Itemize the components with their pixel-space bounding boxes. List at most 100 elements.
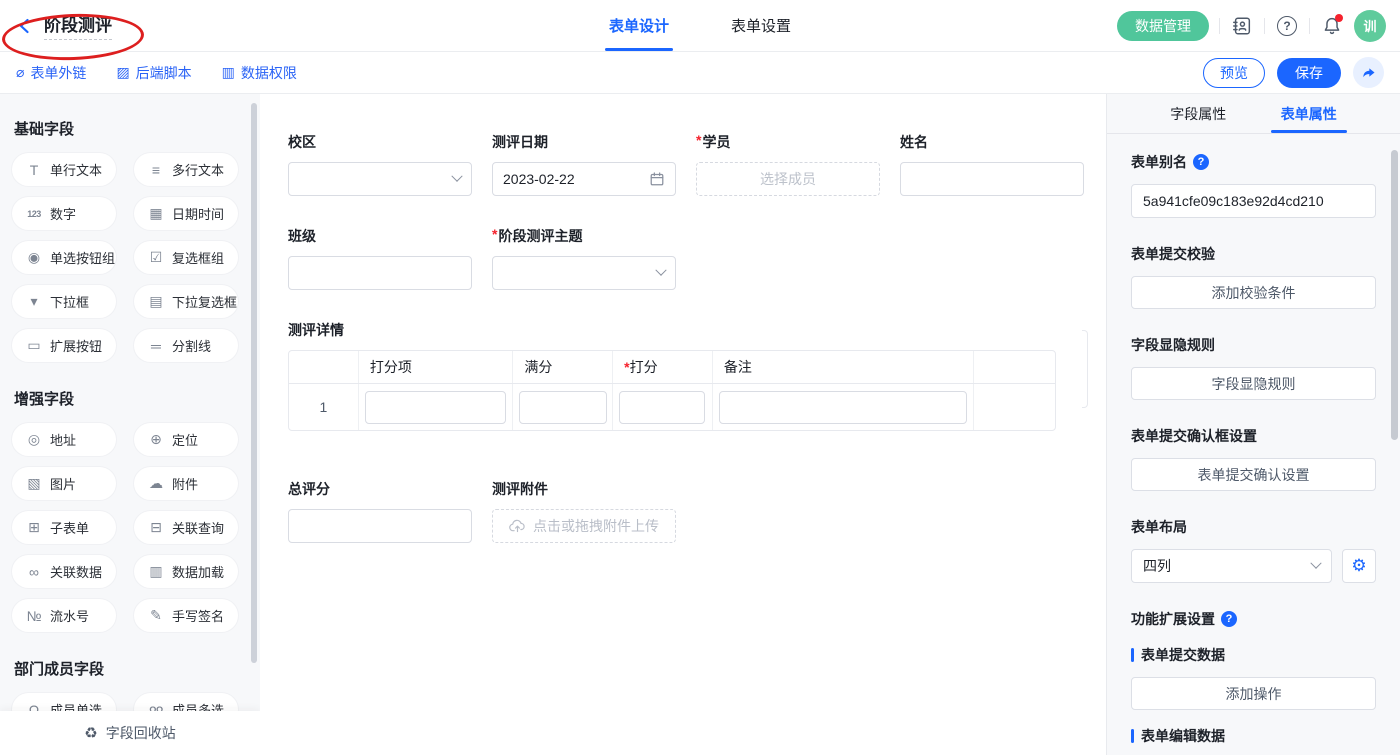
field-campus[interactable]: 校区 (288, 132, 472, 196)
field-type-pill[interactable]: ✎手写签名 (134, 599, 238, 632)
field-attachment[interactable]: 测评附件 点击或拖拽附件上传 (492, 479, 676, 543)
field-type-icon: ☁ (147, 475, 165, 492)
field-type-icon: T (25, 162, 43, 178)
divider (1264, 18, 1265, 34)
field-type-pill[interactable]: ▤下拉复选框 (134, 285, 238, 318)
toolbar-link[interactable]: ⌀表单外链 (16, 63, 86, 83)
class-input[interactable] (288, 256, 472, 290)
field-type-pill[interactable]: ≡多行文本 (134, 153, 238, 186)
field-type-icon: ▥ (147, 563, 165, 580)
field-eval-date[interactable]: 测评日期 (492, 132, 676, 196)
help-icon[interactable]: ? (1193, 154, 1209, 170)
field-type-pill[interactable]: ☑复选框组 (134, 241, 238, 274)
field-type-pill[interactable]: ▭扩展按钮 (12, 329, 116, 362)
date-value[interactable] (503, 171, 649, 187)
help-icon[interactable]: ? (1221, 611, 1237, 627)
field-type-pill[interactable]: ⊕定位 (134, 423, 238, 456)
panel-group-title: 功能扩展设置 (1131, 609, 1215, 629)
total-score-input-inner[interactable] (299, 518, 461, 534)
field-type-pill[interactable]: ◉单选按钮组 (12, 241, 116, 274)
tab-form-properties[interactable]: 表单属性 (1279, 94, 1339, 133)
panel-scrollbar[interactable] (1391, 150, 1398, 440)
preview-button[interactable]: 预览 (1203, 58, 1265, 88)
name-input[interactable] (900, 162, 1084, 196)
panel-subsection-label: 表单提交数据 (1131, 645, 1376, 665)
required-marker: * (492, 226, 497, 246)
field-type-pill[interactable]: ☁附件 (134, 467, 238, 500)
class-input-inner[interactable] (299, 265, 461, 281)
panel-group-title: 表单别名 (1131, 152, 1187, 172)
select-member-button[interactable]: 选择成员 (696, 162, 880, 196)
field-type-label: 定位 (172, 430, 198, 449)
layout-settings-button[interactable]: ⚙ (1342, 549, 1376, 583)
panel-subsection-title: 表单编辑数据 (1141, 726, 1225, 746)
total-score-input[interactable] (288, 509, 472, 543)
field-type-label: 手写签名 (172, 606, 224, 625)
name-input-inner[interactable] (911, 171, 1073, 187)
field-recycle-bin[interactable]: ♻ 字段回收站 (0, 711, 260, 755)
field-type-pill[interactable]: ▾下拉框 (12, 285, 116, 318)
panel-action-button[interactable]: 添加校验条件 (1131, 276, 1376, 309)
contact-book-icon[interactable] (1230, 14, 1254, 38)
form-layout-select[interactable]: 四列 (1131, 549, 1332, 583)
tab-field-properties[interactable]: 字段属性 (1168, 94, 1228, 133)
field-type-pill[interactable]: ═分割线 (134, 329, 238, 362)
field-type-pill[interactable]: ▧图片 (12, 467, 116, 500)
panel-group-heading: 表单提交确认框设置 (1131, 426, 1376, 446)
form-layout-value: 四列 (1143, 556, 1171, 576)
field-student[interactable]: *学员 选择成员 (696, 132, 880, 196)
toolbar-link[interactable]: ▨后端脚本 (116, 63, 191, 83)
field-type-icon: № (25, 608, 43, 624)
link-icon: ⌀ (16, 64, 24, 81)
field-type-pill[interactable]: ◎地址 (12, 423, 116, 456)
help-icon[interactable]: ? (1275, 14, 1299, 38)
tab-form-design[interactable]: 表单设计 (605, 0, 673, 51)
full-score-input[interactable] (519, 391, 607, 424)
field-type-pill[interactable]: ⊟关联查询 (134, 511, 238, 544)
toolbar-link[interactable]: ▥数据权限 (222, 63, 297, 83)
field-type-pill[interactable]: ∞关联数据 (12, 555, 116, 588)
field-label: 测评日期 (492, 132, 676, 152)
score-item-input[interactable] (365, 391, 507, 424)
field-type-pill[interactable]: №流水号 (12, 599, 116, 632)
notification-bell-icon[interactable] (1320, 14, 1344, 38)
panel-group: 表单提交确认框设置表单提交确认设置 (1131, 426, 1376, 491)
chevron-down-icon (1310, 558, 1321, 569)
topic-select[interactable] (492, 256, 676, 290)
table-overflow-border (1082, 330, 1088, 408)
sidebar-sections: 基础字段T单行文本≡多行文本123数字▦日期时间◉单选按钮组☑复选框组▾下拉框▤… (0, 94, 260, 755)
panel-action-button[interactable]: 表单提交确认设置 (1131, 458, 1376, 491)
field-total-score[interactable]: 总评分 (288, 479, 472, 543)
add-operation-button[interactable]: 添加操作 (1131, 677, 1376, 710)
field-label: 班级 (288, 226, 472, 246)
field-type-pill[interactable]: ⊞子表单 (12, 511, 116, 544)
field-name[interactable]: 姓名 (900, 132, 1084, 196)
field-eval-detail[interactable]: 测评详情 打分项满分*打分备注 1 (288, 320, 1106, 431)
field-type-pill[interactable]: ▥数据加载 (134, 555, 238, 588)
field-topic[interactable]: *阶段测评主题 (492, 226, 676, 290)
date-input[interactable] (492, 162, 676, 196)
avatar[interactable]: 训 (1354, 10, 1386, 42)
panel-action-button[interactable]: 字段显隐规则 (1131, 367, 1376, 400)
table-header-cell: 满分 (513, 351, 613, 383)
calendar-icon[interactable] (649, 171, 665, 187)
score-input[interactable] (619, 391, 705, 424)
field-type-pill[interactable]: T单行文本 (12, 153, 116, 186)
field-class[interactable]: 班级 (288, 226, 472, 290)
attachment-upload[interactable]: 点击或拖拽附件上传 (492, 509, 676, 543)
campus-select[interactable] (288, 162, 472, 196)
tab-form-settings[interactable]: 表单设置 (727, 0, 795, 51)
table-header-row: 打分项满分*打分备注 (289, 351, 1055, 384)
remark-input[interactable] (719, 391, 967, 424)
panel-group-title: 表单提交校验 (1131, 244, 1215, 264)
field-type-icon: ▭ (25, 337, 43, 354)
field-type-pill[interactable]: ▦日期时间 (134, 197, 238, 230)
table-cell (613, 384, 713, 430)
field-type-label: 子表单 (50, 518, 89, 537)
share-button[interactable] (1353, 57, 1384, 88)
save-button[interactable]: 保存 (1277, 58, 1341, 88)
field-type-pill[interactable]: 123数字 (12, 197, 116, 230)
data-manage-button[interactable]: 数据管理 (1117, 11, 1209, 41)
form-alias-input[interactable] (1131, 184, 1376, 218)
sidebar-scrollbar[interactable] (251, 103, 257, 663)
